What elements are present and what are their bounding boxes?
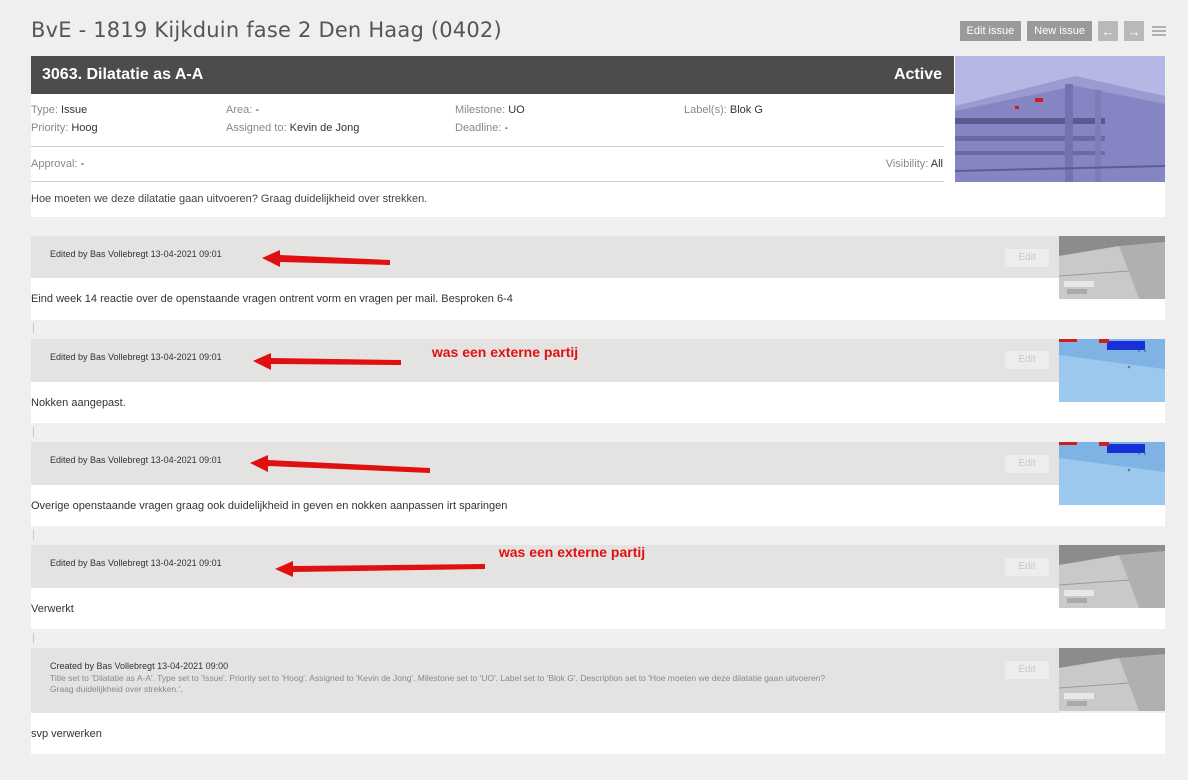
created-detail: Title set to 'Dilatatie as A-A'. Type se… xyxy=(50,673,826,694)
entry-header: Edited by Bas Vollebregt 13-04-2021 09:0… xyxy=(31,442,1059,485)
edit-button[interactable]: Edit xyxy=(1005,455,1049,473)
entry-byline: Edited by Bas Vollebregt 13-04-2021 09:0… xyxy=(50,558,222,568)
entry-body: Nokken aangepast. xyxy=(31,382,1165,423)
entry-thumbnail[interactable] xyxy=(1059,648,1165,711)
menu-icon[interactable] xyxy=(1152,21,1166,41)
deadline-field: Deadline: - xyxy=(455,122,509,134)
entry-thumbnail[interactable] xyxy=(1059,545,1165,608)
divider xyxy=(33,427,34,437)
entry-thumbnail[interactable] xyxy=(1059,236,1165,299)
area-field: Area: - xyxy=(226,104,260,116)
annotation-text: was een externe partij xyxy=(498,544,646,560)
issue-model-image[interactable] xyxy=(955,56,1165,182)
entry-body: svp verwerken xyxy=(31,713,1165,754)
entry-byline: Edited by Bas Vollebregt 13-04-2021 09:0… xyxy=(50,249,222,259)
created-byline: Created by Bas Vollebregt 13-04-2021 09:… xyxy=(50,661,229,671)
issue-card: 3063. Dilatatie as A-A Active Type: Issu… xyxy=(31,56,1165,217)
type-field: Type: Issue xyxy=(31,104,88,116)
toolbar: Edit issue New issue ← → xyxy=(959,21,1166,41)
entry-header: Edited by Bas Vollebregt 13-04-2021 09:0… xyxy=(31,236,1059,278)
divider xyxy=(33,530,34,540)
entry-byline: Edited by Bas Vollebregt 13-04-2021 09:0… xyxy=(50,352,222,362)
entry-text: svp verwerken xyxy=(31,728,102,740)
edit-button[interactable]: Edit xyxy=(1005,249,1049,267)
edit-button[interactable]: Edit xyxy=(1005,351,1049,369)
annotation-arrow-icon xyxy=(262,250,390,267)
divider xyxy=(33,633,34,643)
edit-issue-button[interactable]: Edit issue xyxy=(959,21,1022,41)
annotation-arrow-icon xyxy=(253,353,401,370)
edit-button[interactable]: Edit xyxy=(1005,558,1049,576)
approval-field: Approval: - xyxy=(31,158,85,170)
divider xyxy=(31,146,944,147)
visibility-field: Visibility: All xyxy=(885,158,943,170)
assigned-field: Assigned to: Kevin de Jong xyxy=(226,122,360,134)
issue-status: Active xyxy=(893,66,942,83)
entry-text: Eind week 14 reactie over de openstaande… xyxy=(31,293,513,305)
issue-description: Hoe moeten we deze dilatatie gaan uitvoe… xyxy=(31,193,428,205)
milestone-field: Milestone: UO xyxy=(455,104,525,116)
issue-header: 3063. Dilatatie as A-A Active xyxy=(31,56,954,94)
entry-header: Created by Bas Vollebregt 13-04-2021 09:… xyxy=(31,648,1059,713)
entry-body: Verwerkt xyxy=(31,588,1165,629)
entry-thumbnail[interactable] xyxy=(1059,339,1165,402)
priority-field: Priority: Hoog xyxy=(31,122,98,134)
entry-body: Overige openstaande vragen graag ook dui… xyxy=(31,485,1165,526)
entry-text: Verwerkt xyxy=(31,603,74,615)
page-title: BvE - 1819 Kijkduin fase 2 Den Haag (040… xyxy=(31,18,502,42)
annotation-text: was een externe partij xyxy=(431,344,579,360)
next-arrow-icon[interactable]: → xyxy=(1124,21,1144,41)
divider xyxy=(31,181,944,182)
annotation-arrow-icon xyxy=(275,561,485,577)
new-issue-button[interactable]: New issue xyxy=(1027,21,1092,41)
edit-button[interactable]: Edit xyxy=(1005,661,1049,679)
entry-text: Overige openstaande vragen graag ook dui… xyxy=(31,500,508,512)
labels-field: Label(s): Blok G xyxy=(684,104,763,116)
previous-arrow-icon[interactable]: ← xyxy=(1098,21,1118,41)
annotation-arrow-icon xyxy=(250,455,430,473)
issue-title: 3063. Dilatatie as A-A xyxy=(42,66,204,83)
entry-body: Eind week 14 reactie over de openstaande… xyxy=(31,278,1165,320)
divider xyxy=(33,323,34,333)
entry-byline: Edited by Bas Vollebregt 13-04-2021 09:0… xyxy=(50,455,222,465)
entry-text: Nokken aangepast. xyxy=(31,397,126,409)
entry-thumbnail[interactable] xyxy=(1059,442,1165,505)
